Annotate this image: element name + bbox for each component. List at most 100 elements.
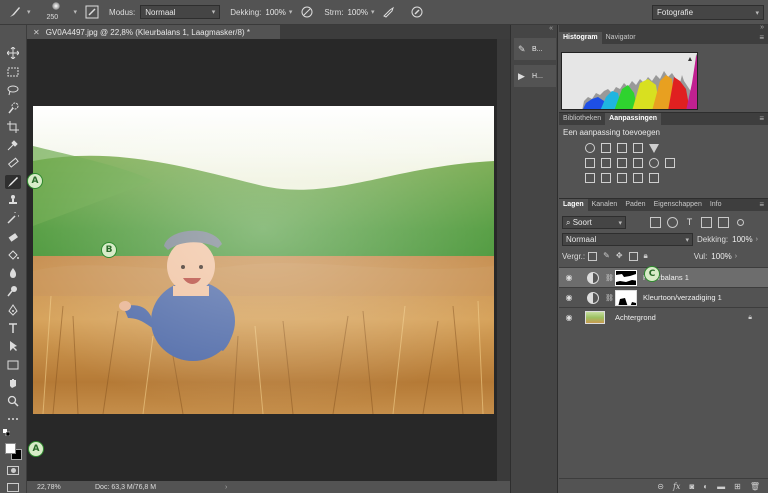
tab-properties[interactable]: Eigenschappen	[650, 199, 706, 211]
lock-position-icon[interactable]: ✥	[616, 251, 623, 262]
gradient-map-icon[interactable]	[649, 173, 659, 183]
layer-thumbnail[interactable]	[585, 311, 605, 324]
black-white-icon[interactable]	[617, 158, 627, 168]
chevron-right-icon[interactable]: ›	[735, 253, 737, 260]
more-tools-icon[interactable]	[5, 412, 21, 426]
zoom-tool-icon[interactable]	[5, 394, 21, 408]
panel-menu-icon[interactable]: ≡	[759, 200, 764, 209]
document-tab[interactable]: ✕ GV0A4497.jpg @ 22,8% (Kleurbalans 1, L…	[27, 25, 280, 39]
new-group-icon[interactable]: ▬	[717, 482, 725, 491]
layer-mask-thumbnail[interactable]	[615, 269, 637, 286]
channel-mixer-icon[interactable]	[649, 158, 659, 168]
blur-tool-icon[interactable]	[5, 266, 21, 280]
default-colors-icon[interactable]	[3, 429, 11, 437]
lock-all-icon[interactable]: 🔒︎	[644, 251, 648, 262]
layer-name[interactable]: Kleurtoon/verzadiging 1	[643, 293, 722, 302]
document-photo[interactable]	[33, 106, 494, 414]
color-balance-icon[interactable]	[601, 158, 611, 168]
screen-mode-icon[interactable]	[7, 483, 19, 492]
brightness-contrast-icon[interactable]	[585, 143, 595, 153]
type-tool-icon[interactable]	[5, 321, 21, 335]
blend-mode-select[interactable]: Normaal ▾	[562, 233, 693, 246]
fill-input[interactable]: 100%	[711, 252, 731, 261]
hue-saturation-icon[interactable]	[585, 158, 595, 168]
tab-layers[interactable]: Lagen	[559, 199, 588, 211]
chevron-right-icon[interactable]: ›	[225, 484, 227, 491]
brush-size-picker[interactable]: 250	[41, 1, 71, 23]
hand-tool-icon[interactable]	[5, 376, 21, 390]
rectangle-tool-icon[interactable]	[5, 358, 21, 372]
brush-tool-preset-icon[interactable]	[6, 3, 24, 21]
paint-bucket-tool-icon[interactable]	[5, 248, 21, 262]
tab-navigator[interactable]: Navigator	[602, 32, 640, 44]
foreground-color-swatch[interactable]	[5, 443, 16, 454]
chevron-right-icon[interactable]: ›	[756, 236, 758, 243]
layer-style-icon[interactable]: fx	[673, 482, 680, 491]
new-layer-icon[interactable]: ⊞	[734, 482, 741, 491]
lasso-tool-icon[interactable]	[5, 83, 21, 97]
exposure-icon[interactable]	[633, 143, 643, 153]
crop-tool-icon[interactable]	[5, 120, 21, 134]
path-selection-tool-icon[interactable]	[5, 339, 21, 353]
history-brush-tool-icon[interactable]	[5, 211, 21, 225]
layer-row[interactable]: ◉ ⛓ Kleurbalans 1	[559, 267, 768, 287]
layer-filter-select[interactable]: ⌕ Soort ▾	[562, 216, 626, 229]
marquee-tool-icon[interactable]	[5, 65, 21, 79]
curves-icon[interactable]	[617, 143, 627, 153]
layer-row[interactable]: ◉ ⛓ Kleurtoon/verzadiging 1	[559, 287, 768, 307]
tab-info[interactable]: Info	[706, 199, 726, 211]
zoom-level[interactable]: 22,78%	[37, 484, 87, 491]
airbrush-icon[interactable]	[382, 5, 396, 19]
filter-pixel-icon[interactable]	[650, 217, 661, 228]
filter-type-icon[interactable]: T	[684, 217, 695, 228]
posterize-icon[interactable]	[601, 173, 611, 183]
selective-color-icon[interactable]	[633, 173, 643, 183]
dock-item-history[interactable]: ▶ H...	[514, 65, 556, 87]
brush-tool-icon[interactable]	[5, 175, 21, 189]
vibrance-icon[interactable]	[649, 143, 659, 153]
quick-selection-tool-icon[interactable]	[5, 101, 21, 115]
layer-name[interactable]: Achtergrond	[615, 313, 656, 322]
dock-item-brushes[interactable]: ✎ B...	[514, 38, 556, 60]
pen-tool-icon[interactable]	[5, 303, 21, 317]
link-icon[interactable]: ⛓	[605, 274, 614, 282]
eraser-tool-icon[interactable]	[5, 230, 21, 244]
dodge-tool-icon[interactable]	[5, 284, 21, 298]
chevron-down-icon[interactable]: ▾	[371, 8, 375, 16]
tab-libraries[interactable]: Bibliotheken	[559, 113, 605, 125]
tab-histogram[interactable]: Histogram	[559, 32, 602, 44]
tab-paths[interactable]: Paden	[621, 199, 649, 211]
layer-row[interactable]: ◉ Achtergrond 🔒︎	[559, 307, 768, 327]
pressure-opacity-icon[interactable]	[300, 5, 314, 19]
tab-adjustments[interactable]: Aanpassingen	[605, 113, 661, 125]
panel-menu-icon[interactable]: ≡	[759, 33, 764, 42]
brush-settings-icon[interactable]	[85, 5, 99, 19]
quick-mask-icon[interactable]	[7, 466, 19, 475]
photo-filter-icon[interactable]	[633, 158, 643, 168]
link-layers-icon[interactable]: ⊝	[657, 482, 664, 491]
filter-adjustment-icon[interactable]	[667, 217, 678, 228]
eye-icon[interactable]: ◉	[561, 273, 577, 282]
lock-pixels-icon[interactable]: ✎	[603, 251, 610, 262]
pressure-size-icon[interactable]	[410, 5, 424, 19]
opacity-input[interactable]: 100%	[265, 8, 285, 17]
chevron-down-icon[interactable]: ▾	[289, 8, 293, 16]
chevron-down-icon[interactable]: ▾	[74, 8, 78, 16]
levels-icon[interactable]	[601, 143, 611, 153]
move-tool-icon[interactable]	[5, 46, 21, 60]
panel-menu-icon[interactable]: ≡	[759, 114, 764, 123]
eye-icon[interactable]: ◉	[561, 313, 577, 322]
mode-select[interactable]: Normaal ▾	[140, 5, 221, 19]
collapse-panel-icon[interactable]: »	[760, 24, 764, 31]
workspace-select[interactable]: Fotografie ▾	[652, 5, 764, 20]
color-lookup-icon[interactable]	[665, 158, 675, 168]
lock-artboard-icon[interactable]	[628, 252, 638, 261]
threshold-icon[interactable]	[617, 173, 627, 183]
layer-opacity-input[interactable]: 100%	[732, 235, 752, 244]
eye-icon[interactable]: ◉	[561, 293, 577, 302]
vertical-scrollbar[interactable]	[497, 39, 510, 481]
lock-transparent-icon[interactable]	[588, 252, 598, 261]
clone-stamp-tool-icon[interactable]	[5, 193, 21, 207]
add-mask-icon[interactable]: ◙	[689, 482, 694, 491]
flow-input[interactable]: 100%	[347, 8, 367, 17]
